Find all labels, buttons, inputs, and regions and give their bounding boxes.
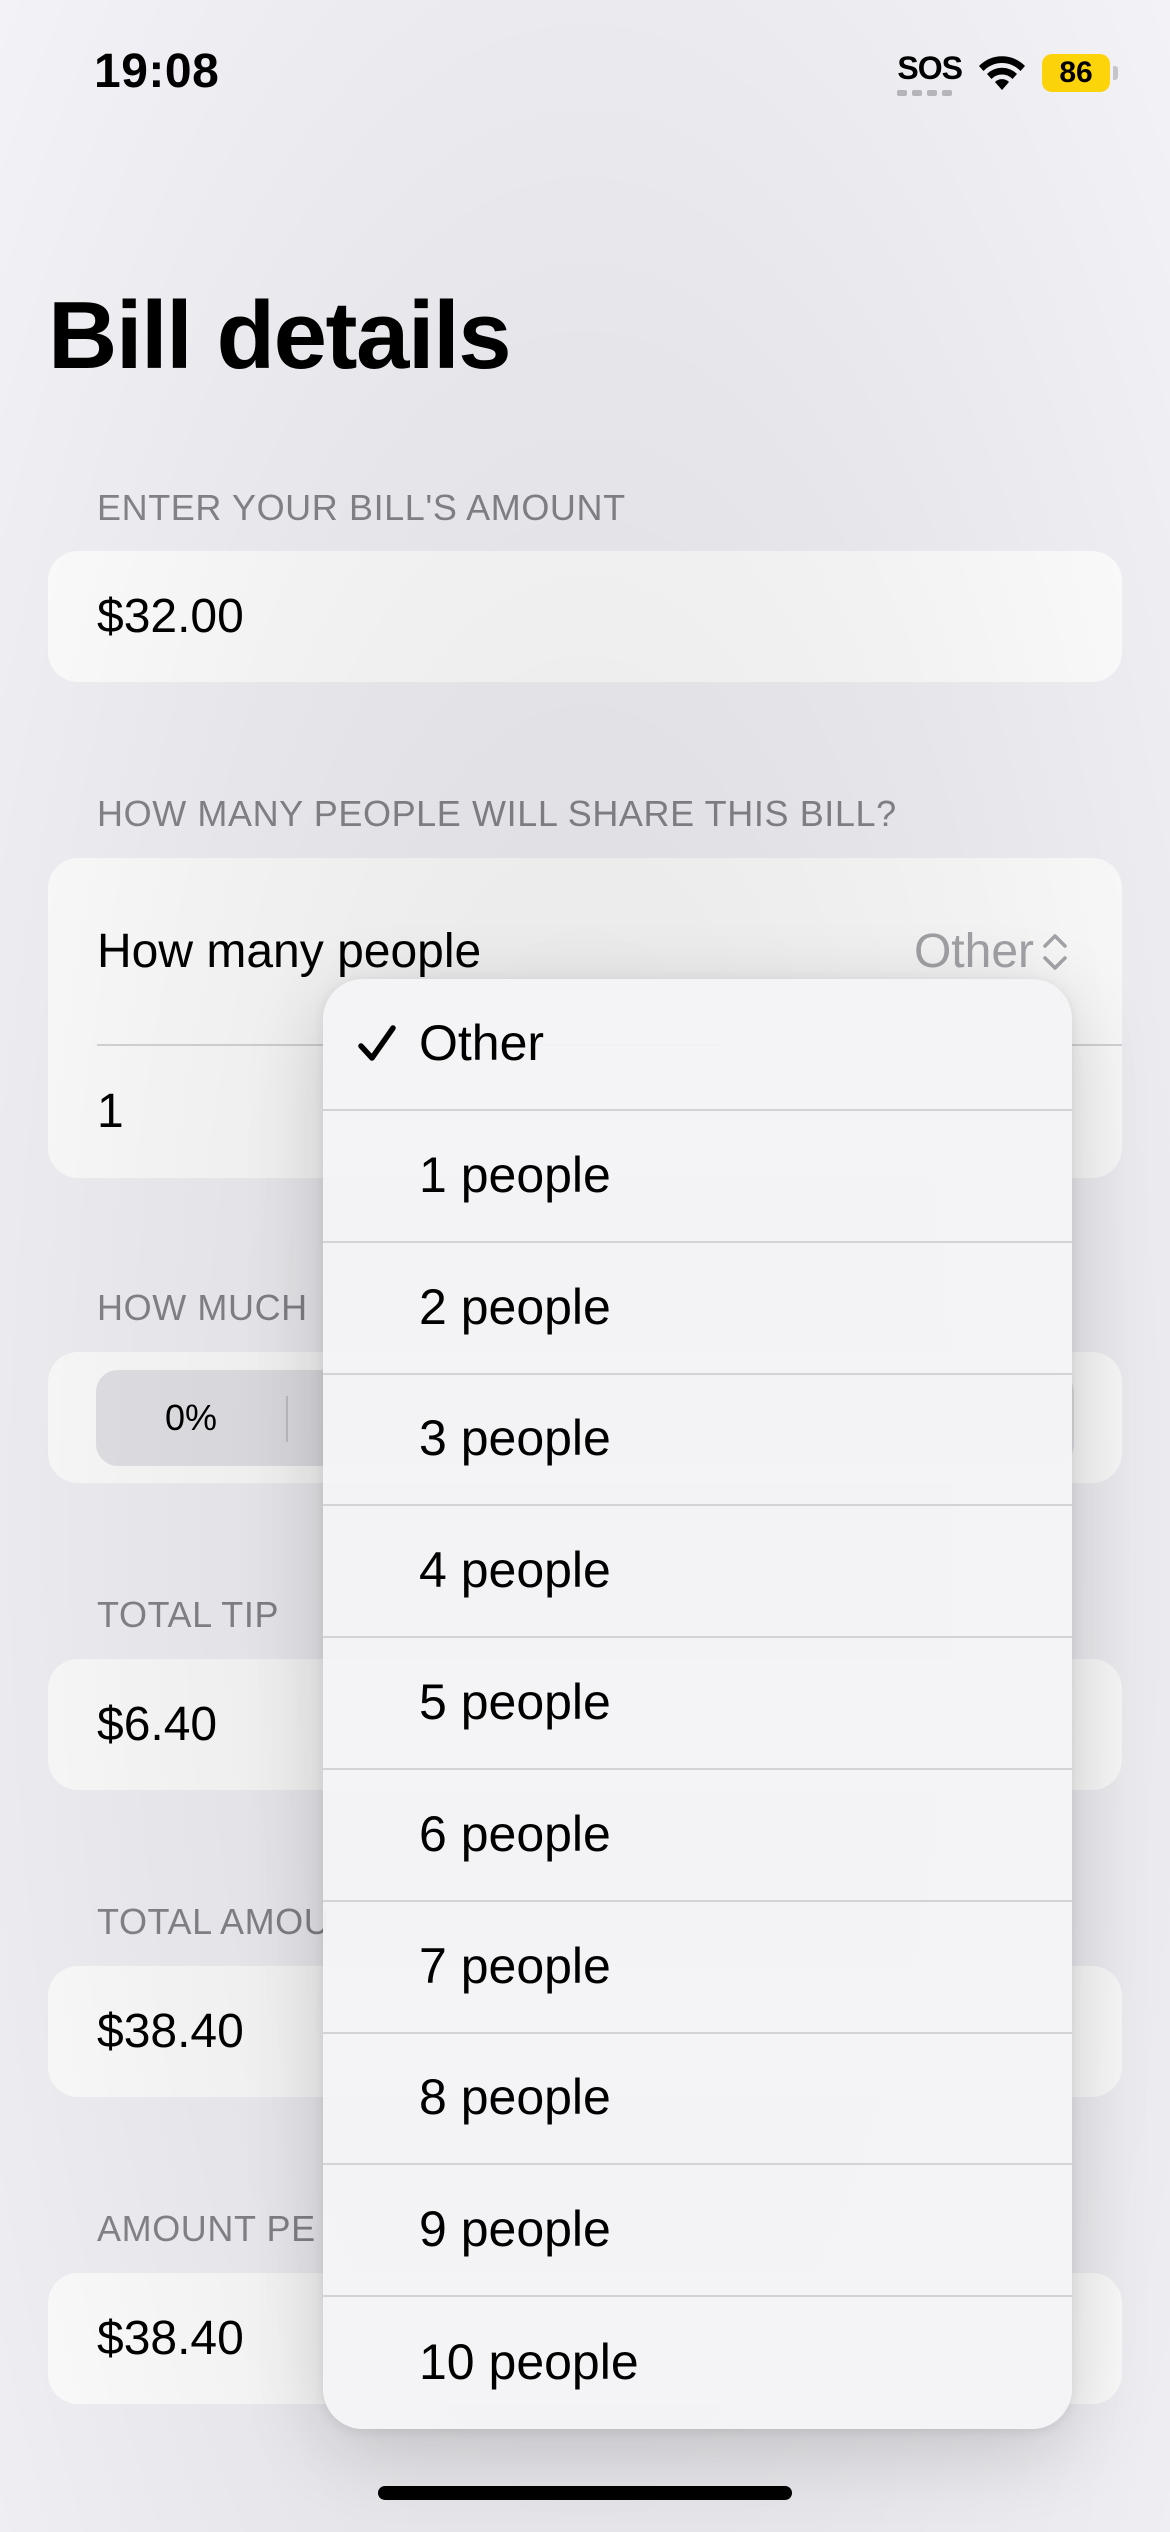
total-tip-value: $6.40	[97, 1698, 218, 1751]
people-picker-button[interactable]: Other	[914, 924, 1068, 979]
chevron-up-down-icon	[1043, 933, 1067, 970]
menu-item-label: 10 people	[419, 2333, 639, 2390]
page: 19:08 SOS 86 Bill details ENTER YOUR BIL…	[0, 0, 1170, 2532]
wifi-icon	[979, 56, 1025, 90]
menu-item-label: 8 people	[419, 2068, 611, 2125]
sos-indicator: SOS	[897, 50, 963, 96]
menu-item[interactable]: 2 people	[323, 1243, 1072, 1375]
people-section-label: HOW MANY PEOPLE WILL SHARE THIS BILL?	[97, 793, 897, 834]
menu-item[interactable]: 3 people	[323, 1374, 1072, 1506]
menu-item-label: Other	[419, 1014, 545, 1071]
menu-item-label: 6 people	[419, 1805, 611, 1862]
battery-icon: 86	[1042, 54, 1118, 92]
bill-amount-field[interactable]: $32.00	[97, 589, 244, 644]
menu-item[interactable]: 5 people	[323, 1638, 1072, 1770]
home-indicator[interactable]	[378, 2486, 792, 2500]
menu-item[interactable]: 10 people	[323, 2297, 1072, 2429]
menu-item-label: 5 people	[419, 1673, 611, 1730]
menu-item-label: 9 people	[419, 2200, 611, 2257]
menu-item[interactable]: 9 people	[323, 2165, 1072, 2297]
total-amount-value: $38.40	[97, 2005, 244, 2058]
people-count-field[interactable]: 1	[97, 1084, 124, 1139]
amount-per-person-label: AMOUNT PE	[97, 2208, 316, 2249]
menu-item-label: 3 people	[419, 1409, 611, 1466]
menu-item[interactable]: 8 people	[323, 2033, 1072, 2165]
menu-item-label: 7 people	[419, 1937, 611, 1994]
menu-item[interactable]: Other	[323, 979, 1072, 1111]
people-picker-label: How many people	[97, 925, 482, 978]
bill-amount-card: $32.00	[48, 551, 1122, 682]
menu-item[interactable]: 6 people	[323, 1770, 1072, 1902]
page-title: Bill details	[48, 282, 512, 389]
bill-amount-label: ENTER YOUR BILL'S AMOUNT	[97, 487, 626, 528]
menu-item-label: 1 people	[419, 1146, 611, 1203]
menu-item-label: 2 people	[419, 1278, 611, 1335]
checkmark-icon	[358, 1025, 396, 1061]
people-picker-value: Other	[913, 925, 1034, 978]
menu-item-label: 4 people	[419, 1541, 611, 1598]
menu-item[interactable]: 7 people	[323, 1902, 1072, 2034]
sos-label: SOS	[897, 50, 963, 86]
total-amount-label: TOTAL AMOU	[97, 1901, 331, 1942]
tip-segment-0[interactable]: 0%	[96, 1370, 286, 1466]
total-tip-label: TOTAL TIP	[97, 1594, 280, 1635]
status-time: 19:08	[94, 45, 220, 98]
tip-section-label: HOW MUCH	[97, 1287, 308, 1328]
segment-divider	[286, 1396, 288, 1442]
battery-level: 86	[1042, 54, 1110, 92]
menu-item[interactable]: 4 people	[323, 1506, 1072, 1638]
status-icons: SOS 86	[897, 50, 1118, 96]
signal-dots	[897, 90, 953, 96]
people-dropdown-menu: Other 1 people 2 people 3 people 4 people 5 p…	[323, 979, 1072, 2429]
amount-per-person-value: $38.40	[97, 2312, 244, 2365]
menu-item[interactable]: 1 people	[323, 1111, 1072, 1243]
